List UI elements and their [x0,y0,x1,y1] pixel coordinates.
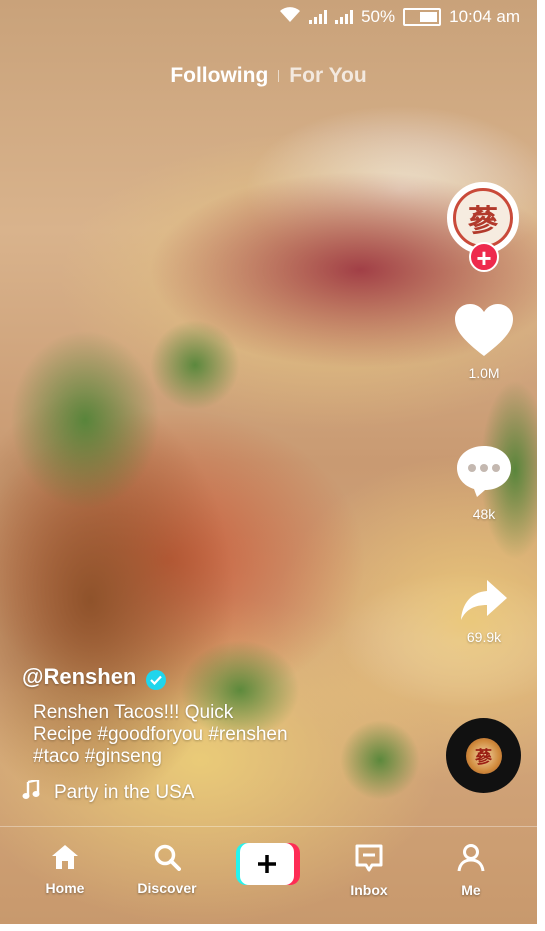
bottom-nav: Home Discover Inbox Me [0,826,537,924]
signal-icon [335,10,354,24]
video-description[interactable]: Renshen Tacos!!! Quick Recipe #goodforyo… [33,702,293,768]
music-disc-cover: 蔘 [465,737,502,774]
like-action[interactable]: 1.0M [448,302,520,381]
music-row[interactable]: Party in the USA [22,778,422,806]
nav-discover[interactable]: Discover [122,843,212,896]
nav-discover-label: Discover [137,880,197,896]
creator-avatar-group: 蔘 + [447,182,519,272]
heart-icon[interactable] [453,304,515,362]
home-icon [50,845,80,874]
battery-icon [403,8,442,26]
profile-icon [457,844,485,876]
music-title: Party in the USA [54,782,195,803]
signal-icon [309,10,328,24]
share-arrow-icon[interactable] [459,580,509,626]
feed-tabs: Following For You [0,64,537,88]
share-action[interactable]: 69.9k [448,578,520,645]
comment-count: 48k [472,506,496,522]
battery-percent: 50% [361,7,396,26]
screen-edge [0,924,545,931]
inbox-icon [354,844,384,876]
clock: 10:04 am [449,7,520,26]
share-count: 69.9k [466,629,502,645]
music-disc[interactable]: 蔘 [446,718,521,793]
tab-for-you[interactable]: For You [289,64,366,88]
creator-username[interactable]: @Renshen [22,664,136,690]
nav-inbox-label: Inbox [350,882,388,898]
tab-following[interactable]: Following [170,64,268,88]
tab-divider [278,70,280,82]
comment-action[interactable]: 48k [448,443,520,522]
status-bar: 50% 10:04 am [0,0,537,34]
plus-icon [240,843,294,885]
verified-badge-icon [146,670,167,690]
nav-inbox[interactable]: Inbox [324,843,414,898]
screen-edge [537,0,545,931]
music-note-icon [22,778,40,806]
nav-me[interactable]: Me [426,843,516,898]
nav-me-label: Me [461,882,481,898]
comment-bubble-icon[interactable] [455,446,513,503]
search-icon [153,844,181,874]
nav-home-label: Home [45,880,85,896]
like-count: 1.0M [468,365,500,381]
wifi-icon [279,6,301,28]
creator-avatar-logo: 蔘 [453,188,513,248]
create-button[interactable] [236,843,300,885]
nav-home[interactable]: Home [20,843,110,896]
creator-username-row: @Renshen [22,664,422,690]
follow-button[interactable]: + [469,242,499,272]
video-caption: @Renshen Renshen Tacos!!! Quick Recipe #… [22,664,422,806]
